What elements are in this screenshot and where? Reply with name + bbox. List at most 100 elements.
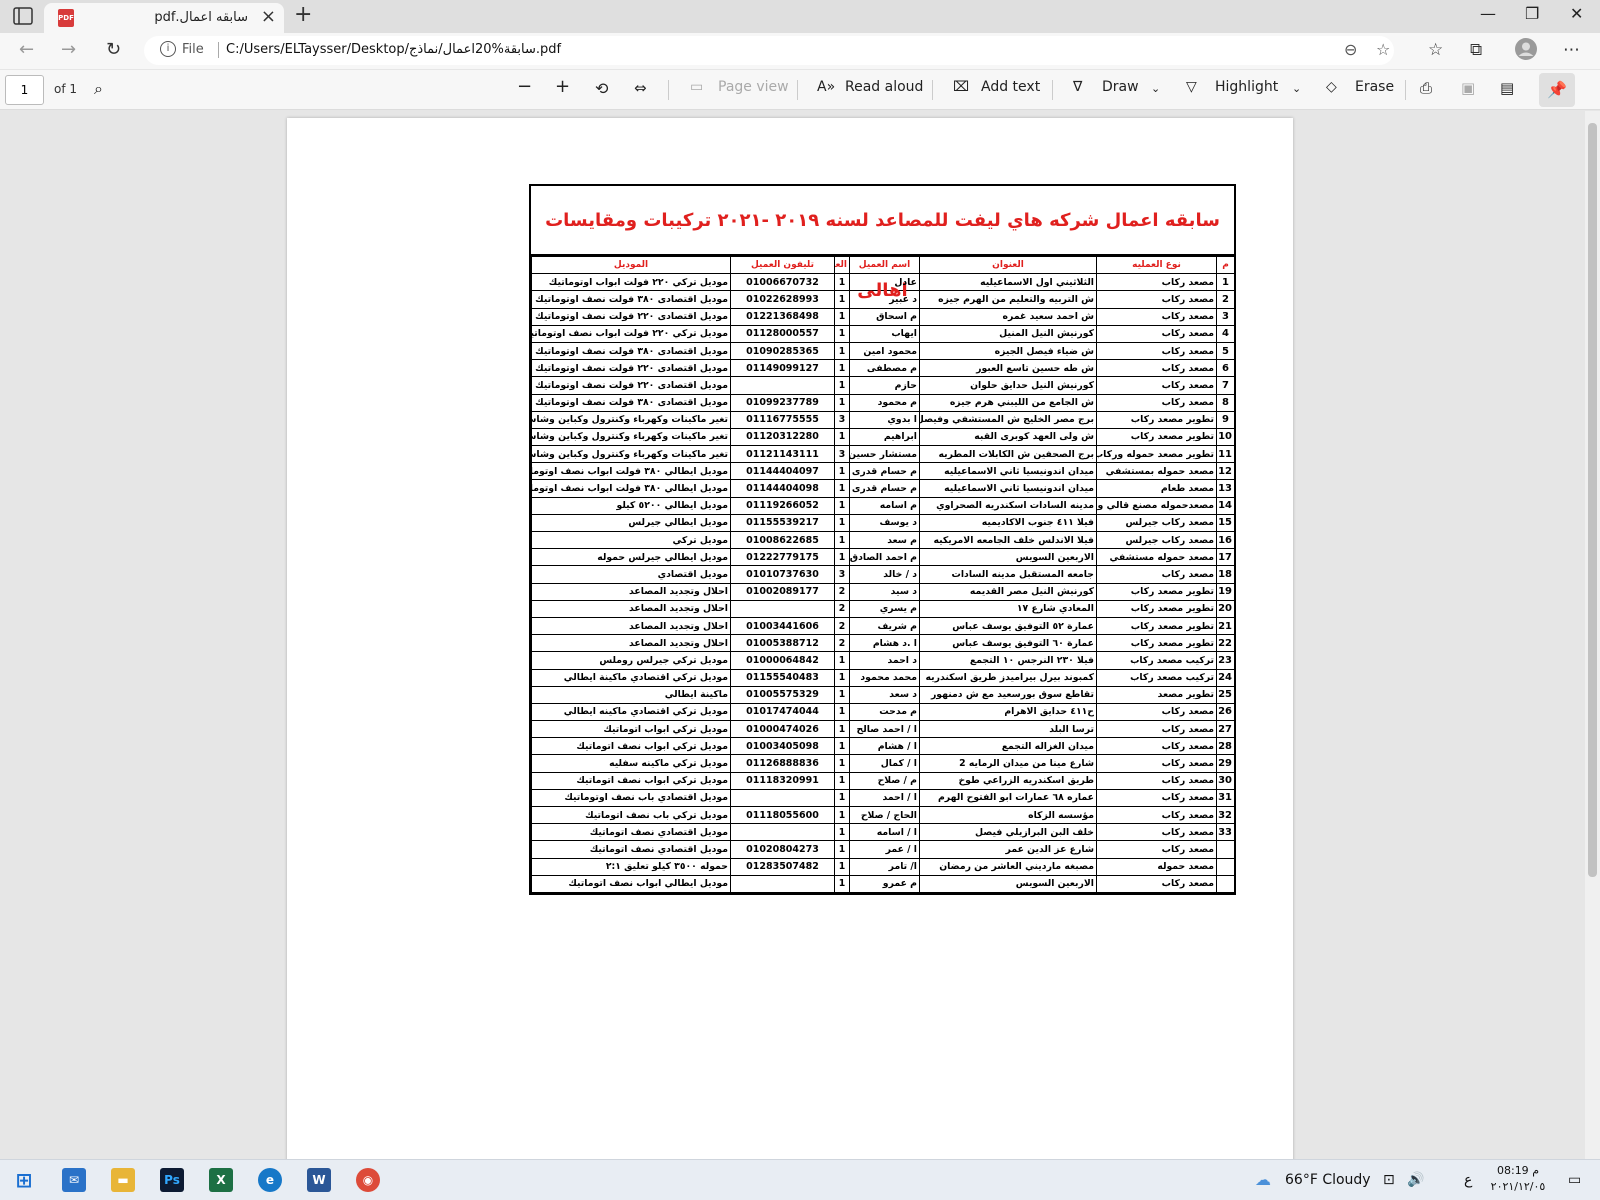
table-cell: 1 — [834, 874, 850, 893]
back-icon[interactable]: ← — [19, 39, 34, 60]
table-cell: تركيب مصعد ركاب — [1096, 651, 1217, 670]
zoom-out-icon[interactable]: ⊖ — [1344, 40, 1357, 59]
zoom-out-button[interactable]: − — [517, 76, 532, 97]
table-cell: مصعد ركاب — [1096, 290, 1217, 309]
browser-tab[interactable]: PDF سابقه اعمال.pdf × — [44, 3, 284, 33]
document-table-frame: سابقه اعمال شركه هاي ليفت للمصاعد لسنه ٢… — [529, 184, 1236, 895]
table-cell: 3 — [834, 410, 850, 429]
table-cell: 10 — [1216, 427, 1235, 447]
excel-icon[interactable]: X — [209, 1168, 233, 1192]
table-cell: شارع مينا من ميدان الرمايه 2 — [919, 754, 1097, 773]
pin-toolbar-icon[interactable]: 📌 — [1539, 73, 1575, 107]
address-input[interactable]: i File C:/Users/ELTaysser/Desktop/سابقة%… — [144, 36, 1394, 65]
divider — [668, 80, 669, 100]
table-cell: 01221368498 — [730, 307, 835, 326]
table-cell: 01008622685 — [730, 530, 835, 550]
collections-icon[interactable]: ⧉ — [1470, 40, 1482, 60]
table-cell — [730, 599, 835, 618]
settings-more-icon[interactable]: ⋯ — [1563, 40, 1580, 60]
word-icon[interactable]: W — [307, 1168, 331, 1192]
table-cell: ا / كمال — [849, 754, 920, 773]
table-cell: 01222779175 — [730, 548, 835, 567]
table-cell: 1 — [834, 462, 850, 481]
fit-width-icon[interactable]: ⇔ — [634, 79, 647, 97]
highlight-button[interactable]: Highlight — [1215, 79, 1278, 95]
table-cell: 01000474026 — [730, 720, 835, 739]
add-text-button[interactable]: Add text — [981, 79, 1040, 95]
table-cell: 01000064842 — [730, 651, 835, 670]
table-cell: 3 — [1216, 307, 1235, 326]
clock-time: 08:19 م — [1496, 1164, 1539, 1177]
notifications-icon[interactable]: ▭ — [1568, 1172, 1581, 1188]
table-cell: 13 — [1216, 479, 1235, 498]
draw-button[interactable]: Draw — [1102, 79, 1139, 95]
table-cell: شارع عز الدين عمر — [919, 840, 1097, 859]
table-cell — [730, 788, 835, 808]
restore-icon[interactable]: ❐ — [1525, 4, 1539, 23]
profile-avatar[interactable] — [1515, 38, 1537, 65]
table-cell: م مدحت — [849, 702, 920, 722]
zoom-in-button[interactable]: + — [555, 76, 570, 97]
add-favorite-icon[interactable]: ☆ — [1376, 40, 1390, 59]
chevron-down-icon[interactable]: ⌄ — [1292, 82, 1301, 95]
new-tab-icon[interactable]: + — [294, 2, 312, 27]
chrome-icon[interactable]: ◉ — [356, 1168, 380, 1192]
print-icon[interactable]: ⎙ — [1420, 79, 1432, 97]
table-cell: 14 — [1216, 496, 1235, 515]
photoshop-icon[interactable]: Ps — [160, 1168, 184, 1192]
windows-start-icon[interactable]: ⊞ — [12, 1168, 36, 1192]
table-cell: 16 — [1216, 530, 1235, 550]
scrollbar-thumb[interactable] — [1588, 123, 1597, 877]
table-cell: 23 — [1216, 651, 1235, 670]
chevron-down-icon[interactable]: ⌄ — [1151, 82, 1160, 95]
table-row: 17 مصعد حموله مستشفي الاربعين السويس م احمد… — [531, 548, 1235, 567]
close-window-icon[interactable]: ✕ — [1570, 4, 1583, 23]
weather-text[interactable]: 66°F Cloudy — [1285, 1172, 1371, 1188]
table-row: 15 مصعد ركاب جيرلس فيلا ٤١١ جنوب الاكاديمي… — [531, 513, 1235, 533]
table-cell: 2 — [834, 599, 850, 618]
table-cell: 01002089177 — [730, 582, 835, 601]
input-language[interactable]: ع — [1464, 1172, 1472, 1188]
clock[interactable]: 08:19 م ٢٠٢١/١٢/٠٥ — [1490, 1163, 1546, 1195]
table-cell: 1 — [834, 754, 850, 773]
table-cell: ا / عمر — [849, 840, 920, 859]
table-cell: ش احمد سعيد غمره — [919, 307, 1097, 326]
table-row: 8 مصعد ركاب ش الجامع من الليبني هرم جيزه م … — [531, 393, 1235, 412]
tab-actions-icon[interactable] — [13, 7, 33, 25]
table-cell: 1 — [834, 359, 850, 378]
table-cell: 1 — [834, 668, 850, 687]
erase-button[interactable]: Erase — [1355, 79, 1394, 95]
network-icon[interactable]: ⊡ — [1383, 1172, 1395, 1188]
edge-icon[interactable]: e — [258, 1168, 282, 1192]
search-icon[interactable]: ⌕ — [94, 79, 103, 99]
refresh-icon[interactable]: ↻ — [106, 39, 121, 60]
vertical-scrollbar[interactable] — [1585, 111, 1600, 1159]
minimize-icon[interactable]: — — [1480, 4, 1496, 23]
rotate-icon[interactable]: ⟲ — [595, 79, 608, 98]
table-cell: 01118320991 — [730, 771, 835, 790]
pdf-viewer[interactable]: سابقه اعمال شركه هاي ليفت للمصاعد لسنه ٢… — [0, 111, 1585, 1159]
table-cell: 26 — [1216, 702, 1235, 722]
table-cell: 01155539217 — [730, 513, 835, 533]
volume-icon[interactable]: 🔊 — [1407, 1172, 1424, 1188]
page-view-button[interactable]: Page view — [718, 79, 789, 95]
table-cell: 32 — [1216, 805, 1235, 825]
table-cell: تركيب مصعد ركاب — [1096, 668, 1217, 687]
table-cell: 01003405098 — [730, 737, 835, 756]
table-cell: 1 — [834, 840, 850, 859]
favorites-icon[interactable]: ☆ — [1428, 40, 1443, 60]
page-number-input[interactable]: 1 — [5, 75, 44, 105]
table-cell: 1 — [834, 702, 850, 722]
read-aloud-button[interactable]: Read aloud — [845, 79, 923, 95]
forward-icon[interactable]: → — [61, 39, 76, 60]
save-as-icon[interactable]: ▤ — [1500, 79, 1514, 97]
file-explorer-icon[interactable]: ▬ — [111, 1168, 135, 1192]
table-cell: مصعد حموله — [1096, 857, 1217, 876]
table-cell: د سعد — [849, 685, 920, 704]
table-cell: الحاج / صلاح — [849, 805, 920, 825]
table-row: 14 مصعدحموله مصنع قالي وتر مدينه السادات ا… — [531, 496, 1235, 515]
info-icon[interactable]: i — [160, 41, 176, 57]
close-tab-icon[interactable]: × — [261, 6, 276, 27]
mail-icon[interactable]: ✉ — [62, 1168, 86, 1192]
table-cell: م سعد — [849, 530, 920, 550]
